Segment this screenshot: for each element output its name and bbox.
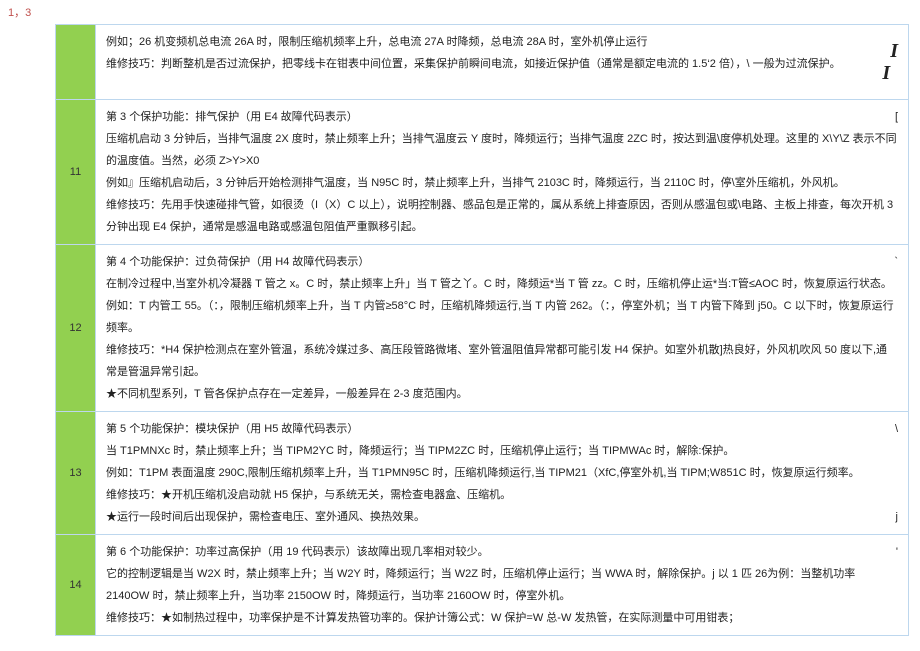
content-line: 第 5 个功能保护：模块保护（用 H5 故障代码表示） (106, 418, 898, 440)
content-line: 在制冷过程中,当室外机冷凝器 T 管之 x。C 时，禁止频率上升」当 T 管之丫… (106, 273, 898, 295)
content-line: 维修技巧：★开机压缩机没启动就 H5 保护，与系统无关，需检查电器盒、压缩机。 (106, 484, 898, 506)
decorative-glyph: I (890, 31, 898, 71)
content-line: 压缩机启动 3 分钟后，当排气温度 2X 度时，禁止频率上升；当排气温度云 Y … (106, 128, 898, 172)
content-line: 例如』压缩机启动后，3 分钟后开始检测排气温度，当 N95C 时，禁止频率上升，… (106, 172, 898, 194)
content-line: 例如：T1PM 表面温度 290C,限制压缩机频率上升，当 T1PMN95C 时… (106, 462, 898, 484)
decorative-glyph: j (896, 506, 898, 528)
decorative-glyph: [ (895, 106, 898, 128)
content-line: 第 3 个保护功能：排气保护（用 E4 故障代码表示）[ (106, 106, 898, 128)
row-number-cell (56, 25, 96, 100)
row-number-cell: 11 (56, 100, 96, 245)
decorative-glyph: ' (896, 541, 898, 563)
content-line: 第 6 个功能保护：功率过高保护（用 19 代码表示）该故障出现几率相对较少。' (106, 541, 898, 563)
content-line: 例如；26 机变频机总电流 26A 时，限制压缩机频率上升，总电流 27A 时降… (106, 31, 898, 53)
content-line: 维修技巧：先用手快速碰排气管，如很烫（I（X）C 以上），说明控制器、感品包是正… (106, 194, 898, 238)
row-number-cell: 14 (56, 535, 96, 636)
content-line: 维修技巧：★如制热过程中，功率保护是不计算发热管功率的。保护计簿公式：W 保护=… (106, 607, 898, 629)
content-line: 第 4 个功能保护：过负荷保护（用 H4 故障代码表示）` (106, 251, 898, 273)
table-row: 13\第 5 个功能保护：模块保护（用 H5 故障代码表示）当 T1PMNXc … (56, 412, 909, 535)
page-header-label: 1，3 (0, 0, 920, 24)
protection-table: 例如；26 机变频机总电流 26A 时，限制压缩机频率上升，总电流 27A 时降… (55, 24, 909, 636)
decorative-glyph: ` (894, 251, 898, 273)
table-row: 11第 3 个保护功能：排气保护（用 E4 故障代码表示）[ 压缩机启动 3 分… (56, 100, 909, 245)
content-line: 它的控制逻辑是当 W2X 时，禁止频率上升；当 W2Y 时，降频运行；当 W2Z… (106, 563, 898, 607)
content-line: ★不同机型系列，T 管各保护点存在一定差异，一般差异在 2-3 度范围内。 (106, 383, 898, 405)
row-number-cell: 12 (56, 245, 96, 412)
row-content-cell: 第 3 个保护功能：排气保护（用 E4 故障代码表示）[ 压缩机启动 3 分钟后… (96, 100, 909, 245)
content-line: 维修技巧：判断整机是否过流保护，把零线卡在钳表中间位置，采集保护前瞬间电流，如接… (106, 53, 898, 75)
table-row: 例如；26 机变频机总电流 26A 时，限制压缩机频率上升，总电流 27A 时降… (56, 25, 909, 100)
content-line: 维修技巧：*H4 保护检测点在室外管温，系统冷媒过多、高压段管路微堵、室外管温阻… (106, 339, 898, 383)
row-content-cell: 第 4 个功能保护：过负荷保护（用 H4 故障代码表示）`在制冷过程中,当室外机… (96, 245, 909, 412)
content-line: 当 T1PMNXc 时，禁止频率上升；当 TIPM2YC 时，降频运行；当 TI… (106, 440, 898, 462)
table-row: 14第 6 个功能保护：功率过高保护（用 19 代码表示）该故障出现几率相对较少… (56, 535, 909, 636)
content-line: ★运行一段时间后出现保护，需检查电压、室外通风、换热效果。j (106, 506, 898, 528)
table-row: 12第 4 个功能保护：过负荷保护（用 H4 故障代码表示）`在制冷过程中,当室… (56, 245, 909, 412)
row-number-cell: 13 (56, 412, 96, 535)
decorative-glyph: \ (895, 418, 898, 440)
decorative-glyph: I (882, 53, 890, 93)
content-line: 例如：T 内管工 55。（：，限制压缩机频率上升，当 T 内管≥58°C 时，压… (106, 295, 898, 339)
row-content-cell: 第 6 个功能保护：功率过高保护（用 19 代码表示）该故障出现几率相对较少。'… (96, 535, 909, 636)
row-content-cell: \第 5 个功能保护：模块保护（用 H5 故障代码表示）当 T1PMNXc 时，… (96, 412, 909, 535)
row-content-cell: 例如；26 机变频机总电流 26A 时，限制压缩机频率上升，总电流 27A 时降… (96, 25, 909, 100)
